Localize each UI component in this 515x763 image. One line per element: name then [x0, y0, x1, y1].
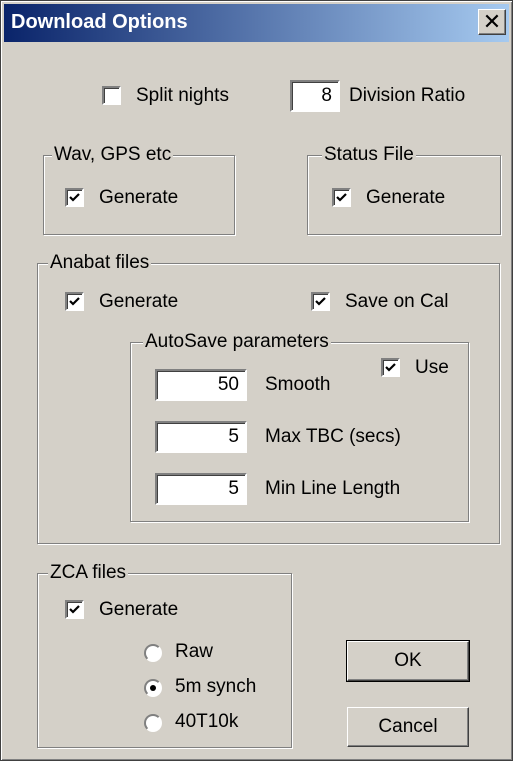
window-title: Download Options	[11, 11, 188, 33]
min-line-length-input[interactable]: 5	[155, 473, 247, 505]
zca-generate-checkbox[interactable]	[65, 600, 84, 619]
status-file-group-title: Status File	[322, 144, 416, 166]
wav-generate-checkbox[interactable]	[65, 188, 84, 207]
ok-button[interactable]: OK	[346, 640, 470, 682]
download-options-dialog: Download Options ✕ Split nights 8 Divisi…	[0, 0, 513, 761]
zca-group-title: ZCA files	[48, 562, 129, 584]
zca-5m-synch-radio[interactable]	[144, 679, 162, 697]
smooth-input[interactable]: 50	[155, 369, 247, 401]
zca-40t10k-radio[interactable]	[144, 714, 162, 732]
autosave-group-title: AutoSave parameters	[143, 331, 331, 353]
save-on-cal-label: Save on Cal	[345, 291, 449, 312]
zca-raw-label: Raw	[175, 641, 214, 662]
cancel-button[interactable]: Cancel	[347, 707, 469, 747]
status-generate-label: Generate	[366, 187, 446, 208]
zca-raw-radio[interactable]	[144, 644, 162, 662]
anabat-group-title: Anabat files	[48, 252, 152, 274]
save-on-cal-checkbox[interactable]	[311, 292, 330, 311]
close-button[interactable]: ✕	[478, 9, 506, 35]
division-ratio-input[interactable]: 8	[290, 80, 340, 112]
anabat-generate-checkbox[interactable]	[65, 292, 84, 311]
split-nights-checkbox[interactable]	[102, 86, 121, 105]
autosave-use-checkbox[interactable]	[381, 358, 400, 377]
zca-40t10k-label: 40T10k	[175, 711, 239, 732]
autosave-use-label: Use	[415, 357, 449, 378]
max-tbc-label: Max TBC (secs)	[265, 426, 401, 447]
zca-generate-label: Generate	[99, 599, 179, 620]
radio-selected-dot	[150, 685, 156, 691]
anabat-generate-label: Generate	[99, 291, 179, 312]
division-ratio-label: Division Ratio	[349, 85, 466, 106]
wav-generate-label: Generate	[99, 187, 179, 208]
max-tbc-input[interactable]: 5	[155, 421, 247, 453]
title-bar: Download Options ✕	[4, 4, 509, 42]
min-line-length-label: Min Line Length	[265, 478, 401, 499]
split-nights-label: Split nights	[136, 85, 229, 106]
zca-5m-synch-label: 5m synch	[175, 676, 257, 697]
status-generate-checkbox[interactable]	[332, 188, 351, 207]
smooth-label: Smooth	[265, 374, 331, 395]
wav-gps-group-title: Wav, GPS etc	[52, 144, 174, 166]
